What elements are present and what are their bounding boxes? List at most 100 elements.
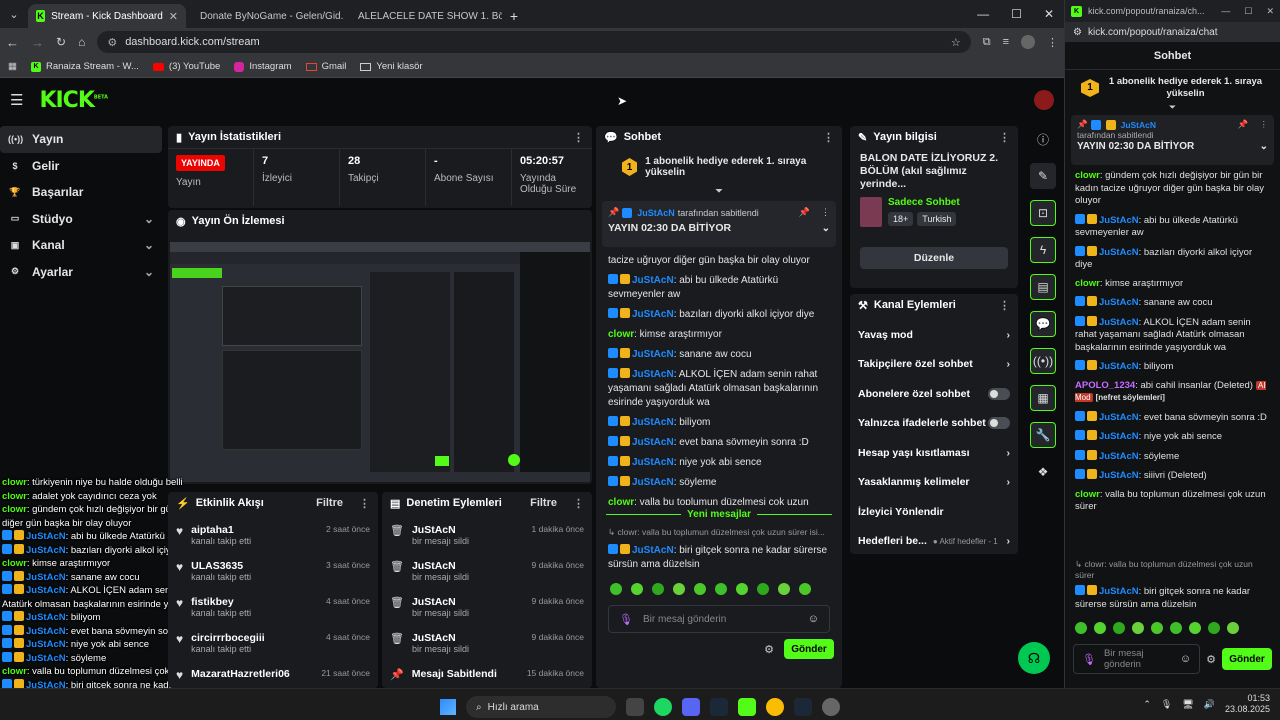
minimize-button[interactable]: —	[1221, 6, 1230, 17]
chat-message[interactable]: clowr: kimse araştırmıyor	[1065, 275, 1280, 294]
emote-icon[interactable]	[715, 583, 727, 595]
more-options-icon[interactable]: ⋮	[573, 497, 584, 510]
chat-message[interactable]: JuStAcN: abi bu ülkede Atatürkü sevmeyen…	[1065, 211, 1280, 243]
moderation-item[interactable]: 🗑 JuStAcN bir mesajı sildi 9 dakika önce	[382, 628, 592, 664]
chat-username[interactable]: JuStAcN	[632, 437, 674, 448]
chat-message[interactable]: clowr: valla bu toplumun düzelmesi çok u…	[1065, 486, 1280, 517]
stream-preview-video[interactable]	[170, 242, 590, 482]
more-options-icon[interactable]: ⋮	[821, 207, 830, 218]
send-button[interactable]: Gönder	[784, 639, 834, 659]
pinned-message[interactable]: 📌 JuStAcN tarafından sabitlendi 📌 ⋮ YAYIN 0…	[602, 201, 836, 247]
site-info-icon[interactable]: ⚙	[107, 36, 117, 49]
chat-username[interactable]: JuStAcN	[632, 477, 674, 488]
chat-message[interactable]: APOLO_1234: abi cahil insanlar (Deleted)…	[1065, 377, 1280, 408]
emote-icon[interactable]	[610, 583, 622, 595]
chat-message[interactable]: JuStAcN: sanane aw cocu	[1065, 293, 1280, 313]
chat-message[interactable]: JuStAcN: biliyom	[1065, 357, 1280, 377]
sidebar-item-2[interactable]: 🏆 Başarılar	[0, 179, 162, 206]
moderation-item[interactable]: 🗑 JuStAcN bir mesajı sildi 9 dakika önce	[382, 556, 592, 592]
chat-message[interactable]: JuStAcN: niye yok abi sence	[596, 453, 842, 473]
more-options-icon[interactable]: ⋮	[1260, 119, 1269, 130]
chat-message[interactable]: JuStAcN: ALKOL İÇEN adam senin rahat yaş…	[1065, 313, 1280, 358]
chat-username[interactable]: APOLO_1234	[1075, 380, 1135, 391]
tag-chip[interactable]: 18+	[888, 212, 914, 226]
expand-chevron-icon[interactable]: ⌄	[1260, 141, 1268, 152]
edit-icon[interactable]: ✎	[1030, 163, 1056, 189]
back-icon[interactable]: ←	[6, 35, 19, 50]
emote-icon[interactable]	[652, 583, 664, 595]
unpin-icon[interactable]: 📌	[799, 207, 810, 218]
category-link[interactable]: Sadece Sohbet	[888, 197, 960, 208]
clip-icon[interactable]: ⊡	[1030, 200, 1056, 226]
edit-info-button[interactable]: Düzenle	[860, 247, 1008, 269]
steam-icon[interactable]	[794, 698, 812, 716]
chat-icon[interactable]: 💬	[1030, 311, 1056, 337]
forward-icon[interactable]: →	[31, 35, 44, 50]
reload-icon[interactable]: ↻	[56, 35, 66, 49]
bookmark-ranaiza[interactable]: K Ranaiza Stream - W...	[30, 61, 139, 72]
chat-message[interactable]: JuStAcN: evet bana sövmeyin sonra :D	[596, 433, 842, 453]
channel-action-row[interactable]: Takipçilere özel sohbet ›	[850, 350, 1018, 380]
chat-username[interactable]: JuStAcN	[1099, 412, 1139, 423]
activity-item[interactable]: ♥ fistikbey kanalı takip etti 4 saat önce	[168, 592, 378, 628]
chat-settings-icon[interactable]: ⚙	[764, 643, 774, 656]
activity-item[interactable]: ♥ ULAS3635 kanalı takip etti 3 saat önce	[168, 556, 378, 592]
emote-icon[interactable]	[1227, 622, 1239, 634]
wrench-icon[interactable]: 🔧	[1030, 422, 1056, 448]
emote-icon[interactable]	[757, 583, 769, 595]
more-options-icon[interactable]: ⋮	[999, 299, 1010, 312]
popout-goal-banner[interactable]: 1 1 abonelik hediye ederek 1. sıraya yük…	[1065, 70, 1280, 106]
sidebar-item-1[interactable]: $ Gelir	[0, 153, 162, 180]
chat-input[interactable]: 🎙 Bir mesaj gönderin ☺	[608, 605, 830, 633]
broadcast-icon[interactable]: ((•))	[1030, 348, 1056, 374]
menu-icon[interactable]: ⋮	[1047, 36, 1058, 49]
channel-action-row[interactable]: Hedefleri be... ● Aktif hedefler - 1 ›	[850, 527, 1018, 557]
mic-icon[interactable]: 🎙	[1161, 699, 1172, 710]
chat-message[interactable]: JuStAcN: siiivri (Deleted)	[1065, 466, 1280, 486]
channel-action-row[interactable]: Yavaş mod ›	[850, 320, 1018, 350]
toggle-switch[interactable]	[988, 417, 1010, 430]
emote-icon[interactable]	[1170, 622, 1182, 634]
emote-icon[interactable]	[778, 583, 790, 595]
chat-message[interactable]: JuStAcN: niye yok abi sence	[1065, 427, 1280, 447]
moderation-item[interactable]: 🗑 JuStAcN bir mesajı sildi 9 dakika önce	[382, 592, 592, 628]
popout-send-button[interactable]: Gönder	[1222, 648, 1272, 670]
chat-message[interactable]: clowr: gündem çok hızlı değişiyor bir gü…	[1065, 167, 1280, 211]
steam-icon[interactable]	[710, 698, 728, 716]
chat-username[interactable]: JuStAcN	[632, 275, 674, 286]
popout-chat-input[interactable]: 🎙 Bir mesaj gönderin ☺	[1073, 644, 1201, 674]
chat-message[interactable]: tacize uğruyor diğer gün başka bir olay …	[596, 251, 842, 271]
chat-username[interactable]: JuStAcN	[1099, 361, 1139, 372]
chat-message[interactable]: JuStAcN: evet bana sövmeyin sonra :D	[1065, 408, 1280, 428]
chat-username[interactable]: clowr	[1075, 170, 1100, 181]
close-window-button[interactable]: ✕	[1266, 6, 1274, 17]
chat-message[interactable]: JuStAcN: biri gitçek sonra ne kadar süre…	[1065, 582, 1280, 614]
bookmark-star-icon[interactable]: ☆	[951, 36, 961, 49]
task-view-icon[interactable]	[626, 698, 644, 716]
chat-message[interactable]: JuStAcN: bazıları diyorki alkol içiyor d…	[1065, 243, 1280, 275]
clock[interactable]: 01:53 23.08.2025	[1225, 693, 1270, 715]
sidebar-item-3[interactable]: ▭ Stüdyo ⌄	[0, 206, 162, 233]
chat-username[interactable]: clowr	[608, 329, 634, 340]
chat-username[interactable]: JuStAcN	[632, 369, 674, 380]
layout-icon[interactable]: ▦	[1030, 385, 1056, 411]
document-icon[interactable]: ▤	[1030, 274, 1056, 300]
bookmark-folder[interactable]: Yeni klasör	[360, 61, 423, 72]
chat-message[interactable]: JuStAcN: ALKOL İÇEN adam senin rahat yaş…	[596, 365, 842, 413]
tab-close-icon[interactable]: ✕	[169, 10, 178, 23]
user-avatar[interactable]	[1034, 90, 1054, 110]
spotify-icon[interactable]	[654, 698, 672, 716]
mic-icon[interactable]: 🎙	[1082, 653, 1096, 666]
emote-icon[interactable]	[1208, 622, 1220, 634]
emote-icon[interactable]	[1075, 622, 1087, 634]
emote-icon[interactable]	[1132, 622, 1144, 634]
chat-username[interactable]: JuStAcN	[632, 457, 674, 468]
emote-icon[interactable]	[1094, 622, 1106, 634]
chat-message[interactable]: JuStAcN: abi bu ülkede Atatürkü sevmeyen…	[596, 271, 842, 305]
activity-item[interactable]: ♥ aiptaha1 kanalı takip etti 2 saat önce	[168, 520, 378, 556]
profile-avatar[interactable]	[1021, 35, 1035, 49]
bookmark-youtube[interactable]: (3) YouTube	[152, 61, 220, 72]
close-window-button[interactable]: ✕	[1044, 7, 1054, 21]
channel-action-row[interactable]: Yasaklanmış kelimeler ›	[850, 468, 1018, 498]
activity-item[interactable]: ♥ circirrrbocegiii kanalı takip etti 4 saat…	[168, 628, 378, 664]
